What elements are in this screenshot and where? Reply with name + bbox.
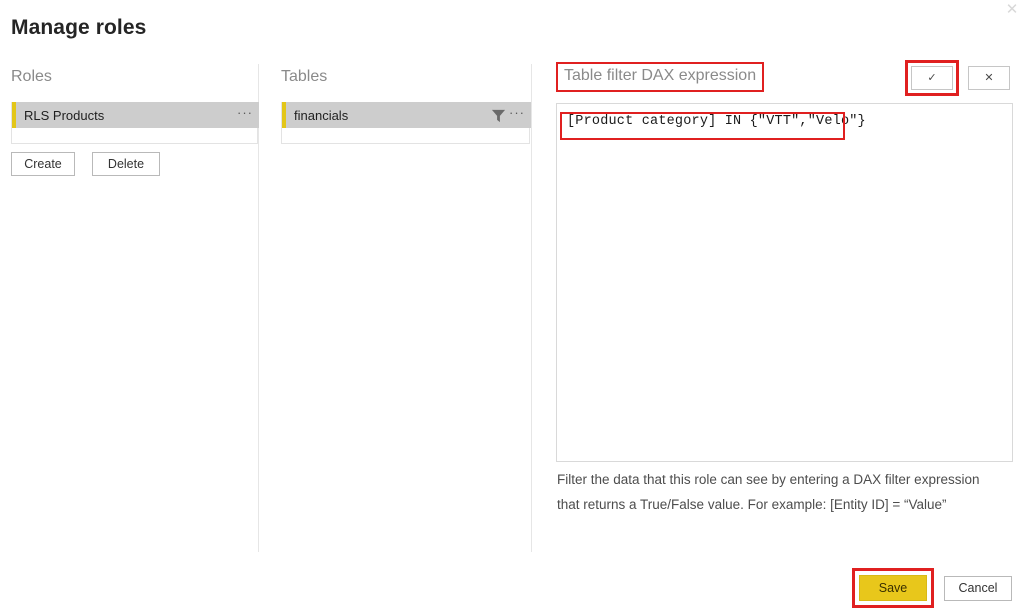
tables-heading: Tables xyxy=(281,68,328,85)
more-options-icon[interactable]: ··· xyxy=(509,106,525,122)
dax-heading-annotation: Table filter DAX expression xyxy=(556,62,765,92)
close-icon[interactable]: ✕ xyxy=(1004,2,1020,18)
reject-button[interactable]: ✕ xyxy=(968,66,1010,90)
list-item[interactable]: RLS Products ··· xyxy=(12,102,259,128)
roles-heading: Roles xyxy=(11,68,52,85)
more-options-icon[interactable]: ··· xyxy=(237,106,253,122)
list-item[interactable]: financials ··· xyxy=(282,102,531,128)
close-icon: ✕ xyxy=(984,71,994,84)
dax-expression-value: [Product category] IN {"VTT","Velo"} xyxy=(567,114,866,129)
filter-icon xyxy=(491,108,506,123)
save-button[interactable]: Save xyxy=(859,575,927,601)
role-item-label: RLS Products xyxy=(24,107,105,123)
create-button[interactable]: Create xyxy=(11,152,75,176)
delete-button[interactable]: Delete xyxy=(92,152,160,176)
dax-help-line-2: that returns a True/False value. For exa… xyxy=(557,497,947,512)
panel-divider-roles-tables xyxy=(258,64,259,552)
dax-help-line-1: Filter the data that this role can see b… xyxy=(557,472,980,487)
dax-heading: Table filter DAX expression xyxy=(564,67,757,84)
roles-listbox[interactable]: RLS Products ··· xyxy=(11,102,259,144)
dax-help-text: Filter the data that this role can see b… xyxy=(557,467,1024,517)
cancel-button[interactable]: Cancel xyxy=(944,576,1012,601)
panel-divider-tables-dax xyxy=(531,64,532,552)
dax-expression-input[interactable]: [Product category] IN {"VTT","Velo"} xyxy=(556,103,1013,462)
accept-button-annotation xyxy=(905,60,959,96)
table-item-label: financials xyxy=(294,107,349,123)
tables-listbox[interactable]: financials ··· xyxy=(281,102,531,144)
page-title: Manage roles xyxy=(11,16,147,39)
